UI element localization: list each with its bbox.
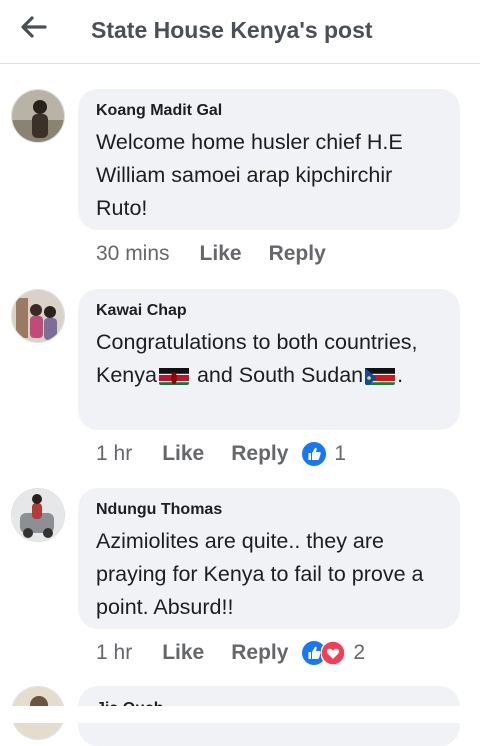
reply-button[interactable]: Reply xyxy=(269,242,326,266)
reply-button[interactable]: Reply xyxy=(231,641,288,665)
comment-text: Azimiolites are quite.. they are praying… xyxy=(96,529,424,619)
reply-button[interactable]: Reply xyxy=(231,442,288,466)
comment-text-part: . xyxy=(397,363,404,387)
avatar[interactable] xyxy=(11,289,65,343)
comment-author[interactable]: Koang Madit Gal xyxy=(96,102,442,120)
avatar[interactable] xyxy=(11,89,65,143)
like-button[interactable]: Like xyxy=(162,641,204,665)
back-button[interactable] xyxy=(14,10,54,44)
comment-author[interactable]: Ndungu Thomas xyxy=(96,501,442,519)
comment-text: Welcome home husler chief H.E William sa… xyxy=(96,130,403,220)
like-button[interactable]: Like xyxy=(162,442,204,466)
reaction-summary[interactable]: 1 xyxy=(302,442,346,466)
comment-text: Congratulations to both countries, Kenya… xyxy=(96,326,442,392)
comment-bubble: Ndungu Thomas Azimiolites are quite.. th… xyxy=(78,488,460,629)
comment-actions: 30 mins Like Reply xyxy=(96,239,353,269)
top-bar: State House Kenya's post xyxy=(0,0,480,64)
comment-bubble: Koang Madit Gal Welcome home husler chie… xyxy=(78,89,460,230)
like-button[interactable]: Like xyxy=(200,242,242,266)
love-reaction-icon xyxy=(321,641,346,665)
avatar[interactable] xyxy=(11,488,65,542)
comment-text-part: and South Sudan xyxy=(190,363,364,387)
south-sudan-flag-icon xyxy=(365,365,396,385)
comment-time[interactable]: 1 hr xyxy=(96,641,132,665)
reaction-summary[interactable]: 2 xyxy=(302,641,365,665)
comment-bubble: Kawai Chap Congratulations to both count… xyxy=(78,289,460,430)
comment-author[interactable]: Kawai Chap xyxy=(96,302,442,320)
reaction-count: 1 xyxy=(334,442,347,465)
like-reaction-icon xyxy=(302,442,327,466)
bottom-edge xyxy=(0,706,480,723)
comment-actions: 1 hr Like Reply 2 xyxy=(96,638,365,668)
page-title: State House Kenya's post xyxy=(91,17,373,43)
comment-time[interactable]: 30 mins xyxy=(96,242,170,266)
reaction-count: 2 xyxy=(353,641,366,664)
arrow-left-icon xyxy=(21,16,47,38)
kenya-flag-icon xyxy=(158,365,189,385)
comment-time[interactable]: 1 hr xyxy=(96,442,132,466)
comment-actions: 1 hr Like Reply 1 xyxy=(96,439,346,469)
